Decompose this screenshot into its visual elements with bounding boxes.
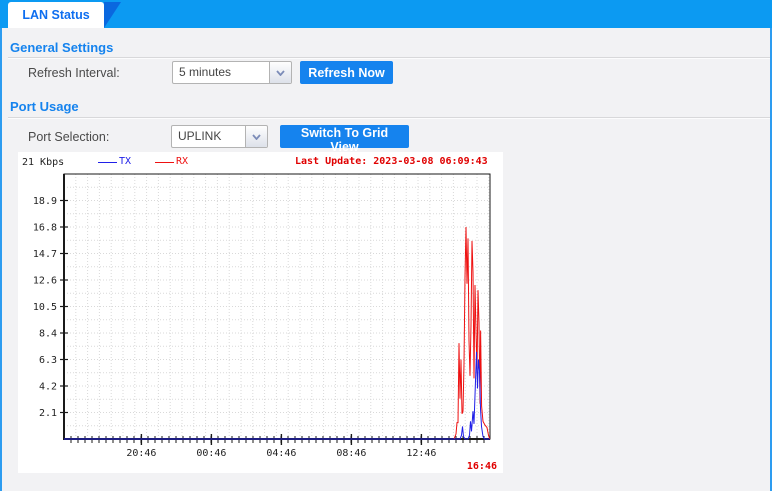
svg-text:08:46: 08:46	[336, 448, 366, 459]
refresh-interval-select[interactable]: 5 minutes	[172, 61, 292, 84]
x-axis-ticks: 20:46 00:46 04:46 08:46 12:46	[71, 434, 484, 459]
left-border-decoration	[0, 28, 2, 491]
port-usage-title: Port Usage	[10, 99, 79, 114]
section-divider	[8, 117, 770, 119]
switch-to-grid-view-button[interactable]: Switch To Grid View	[280, 125, 409, 148]
svg-text:12.6: 12.6	[33, 276, 57, 287]
svg-text:16.8: 16.8	[33, 223, 57, 234]
svg-text:04:46: 04:46	[266, 448, 296, 459]
svg-text:14.7: 14.7	[33, 249, 57, 260]
svg-text:8.4: 8.4	[39, 329, 57, 340]
svg-text:4.2: 4.2	[39, 382, 57, 393]
x-axis-end-label: 16:46	[467, 461, 497, 472]
svg-text:10.5: 10.5	[33, 302, 57, 313]
svg-text:20:46: 20:46	[126, 448, 156, 459]
chevron-down-icon[interactable]	[245, 126, 267, 147]
port-usage-chart-panel: 21 Kbps TX RX Last Update: 2023-03-08 06…	[18, 152, 503, 473]
refresh-now-button[interactable]: Refresh Now	[300, 61, 393, 84]
svg-text:18.9: 18.9	[33, 196, 57, 207]
tab-edge-decoration	[104, 2, 121, 28]
y-axis-ticks: 2.1 4.2 6.3 8.4 10.5 12.6 14.7 16.8 18.9	[33, 196, 68, 419]
general-settings-title: General Settings	[10, 40, 113, 55]
port-selection-label: Port Selection:	[28, 130, 109, 144]
traffic-chart-canvas: 2.1 4.2 6.3 8.4 10.5 12.6 14.7 16.8 18.9 20:46 00:…	[18, 152, 503, 473]
svg-text:6.3: 6.3	[39, 355, 57, 366]
refresh-interval-label: Refresh Interval:	[28, 66, 120, 80]
section-divider	[8, 57, 770, 59]
port-selection-select[interactable]: UPLINK	[171, 125, 268, 148]
svg-text:2.1: 2.1	[39, 408, 57, 419]
tab-lan-status[interactable]: LAN Status	[8, 2, 104, 28]
svg-text:12:46: 12:46	[406, 448, 436, 459]
svg-text:00:46: 00:46	[196, 448, 226, 459]
chart-gridlines	[64, 174, 490, 439]
lan-status-page: LAN Status General Settings Refresh Inte…	[0, 0, 772, 491]
tab-bar: LAN Status	[0, 0, 772, 28]
chevron-down-icon[interactable]	[269, 62, 291, 83]
tab-label: LAN Status	[22, 8, 89, 22]
